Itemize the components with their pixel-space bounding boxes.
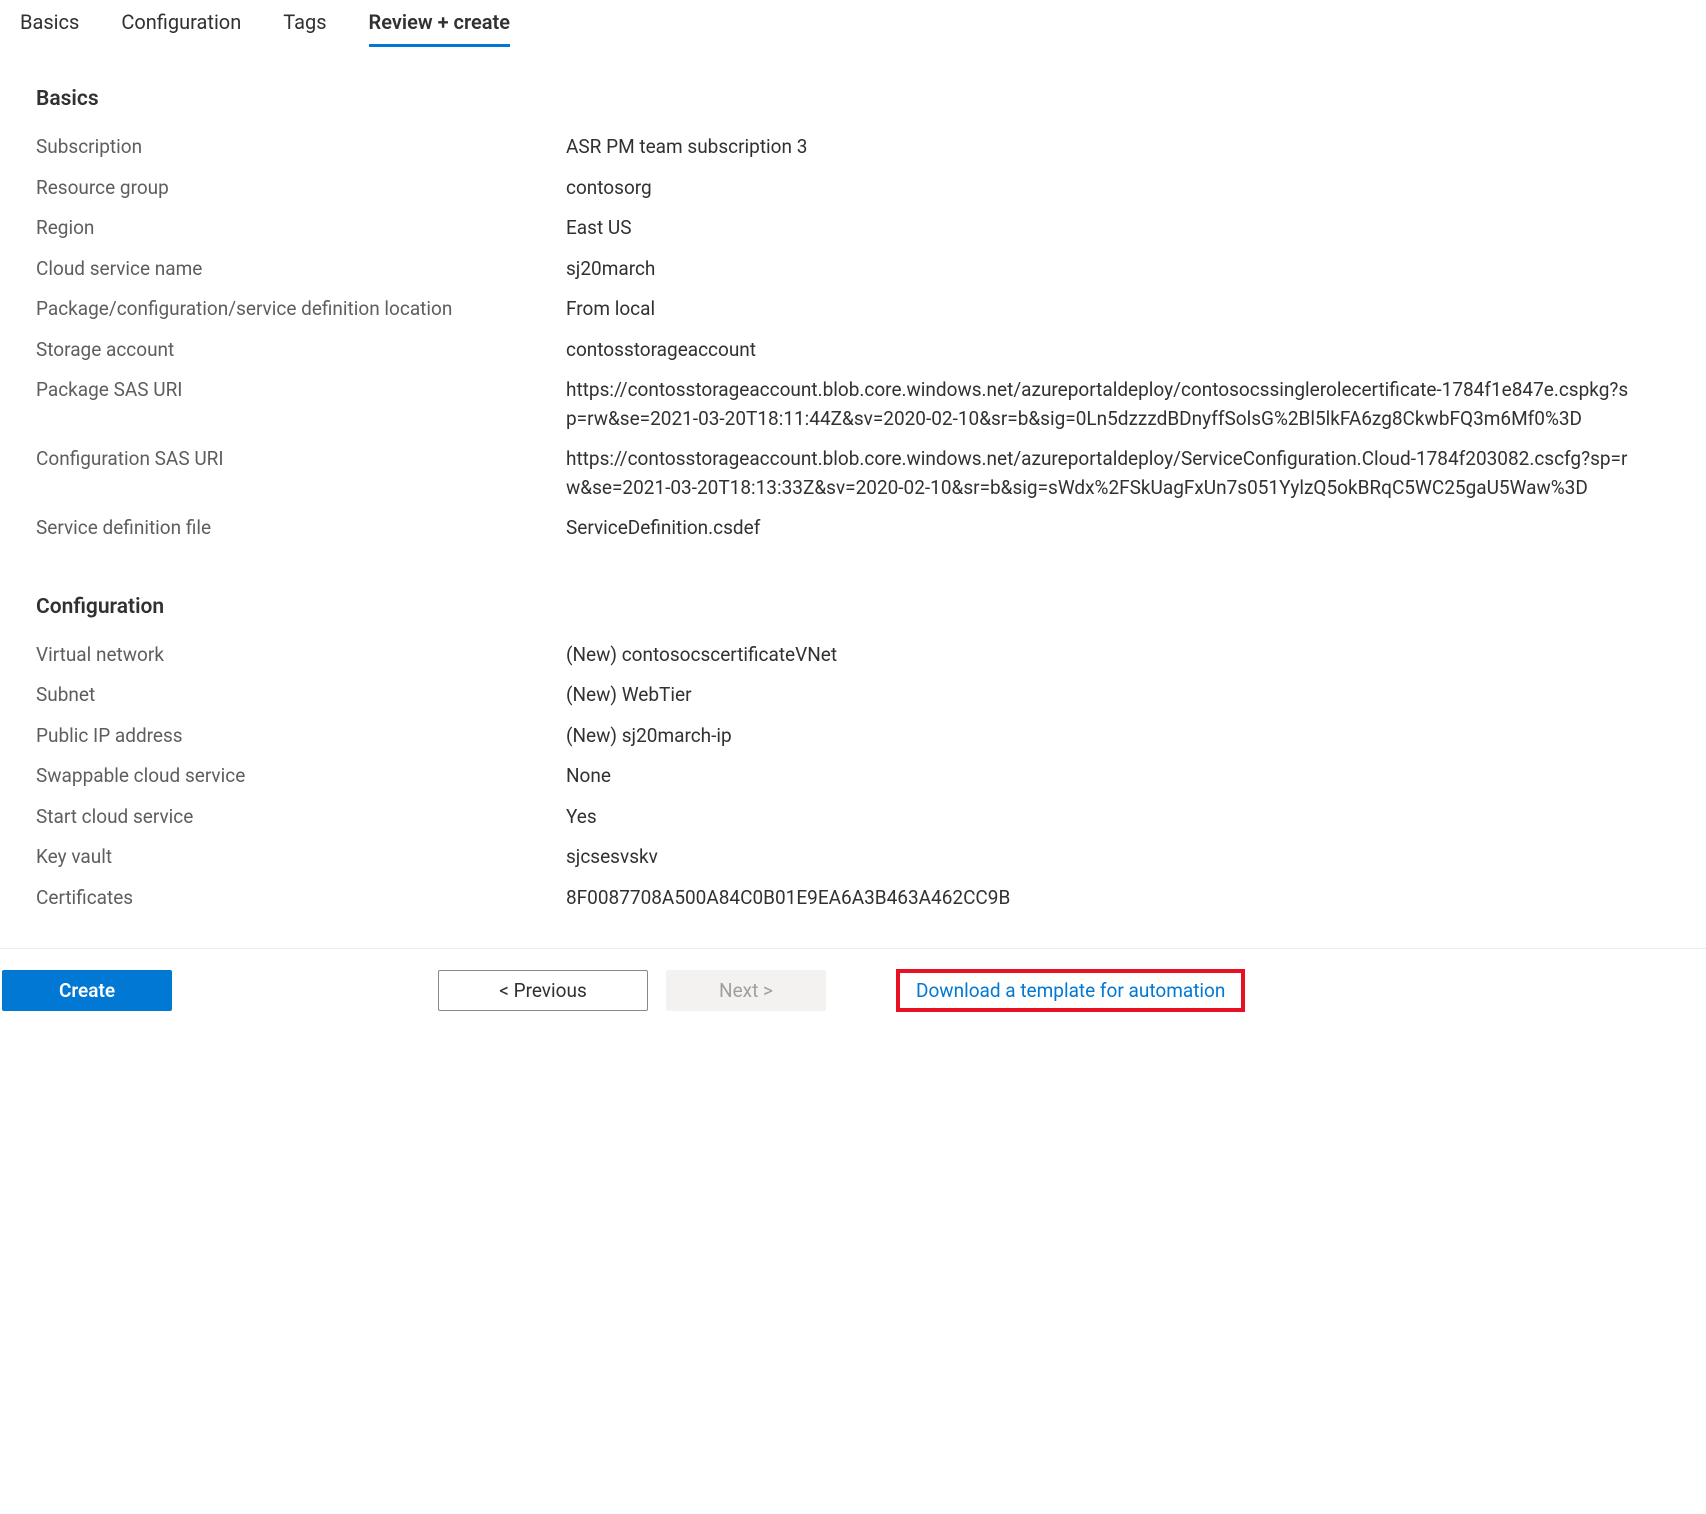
value-pkg-location: From local [566,295,1670,324]
create-button[interactable]: Create [2,970,172,1011]
row-public-ip: Public IP address (New) sj20march-ip [36,716,1670,757]
value-subnet: (New) WebTier [566,681,1670,710]
label-service-def-file: Service definition file [36,514,566,543]
row-region: Region East US [36,208,1670,249]
section-title-basics: Basics [36,87,1670,111]
download-template-link[interactable]: Download a template for automation [916,979,1225,1002]
label-package-sas-uri: Package SAS URI [36,376,566,405]
row-service-def-file: Service definition file ServiceDefinitio… [36,508,1670,549]
tab-basics[interactable]: Basics [20,10,79,47]
row-package-sas-uri: Package SAS URI https://contosstorageacc… [36,370,1670,439]
label-resource-group: Resource group [36,174,566,203]
tab-review-create[interactable]: Review + create [369,10,510,47]
row-swappable: Swappable cloud service None [36,756,1670,797]
review-content: Basics Subscription ASR PM team subscrip… [0,47,1706,938]
value-key-vault: sjcsesvskv [566,843,1670,872]
value-resource-group: contosorg [566,174,1670,203]
tab-configuration[interactable]: Configuration [121,10,241,47]
previous-button[interactable]: < Previous [438,970,648,1011]
value-service-def-file: ServiceDefinition.csdef [566,514,1670,543]
label-config-sas-uri: Configuration SAS URI [36,445,566,474]
row-subscription: Subscription ASR PM team subscription 3 [36,127,1670,168]
row-subnet: Subnet (New) WebTier [36,675,1670,716]
label-start-cloud: Start cloud service [36,803,566,832]
row-start-cloud: Start cloud service Yes [36,797,1670,838]
label-certificates: Certificates [36,884,566,913]
download-template-highlight: Download a template for automation [896,969,1245,1012]
label-virtual-network: Virtual network [36,641,566,670]
row-key-vault: Key vault sjcsesvskv [36,837,1670,878]
label-subscription: Subscription [36,133,566,162]
value-region: East US [566,214,1670,243]
label-cloud-service-name: Cloud service name [36,255,566,284]
value-swappable: None [566,762,1670,791]
next-button: Next > [666,970,826,1011]
label-storage-account: Storage account [36,336,566,365]
value-storage-account: contosstorageaccount [566,336,1670,365]
row-pkg-location: Package/configuration/service definition… [36,289,1670,330]
label-region: Region [36,214,566,243]
row-cloud-service-name: Cloud service name sj20march [36,249,1670,290]
value-config-sas-uri: https://contosstorageaccount.blob.core.w… [566,445,1670,502]
value-start-cloud: Yes [566,803,1670,832]
row-config-sas-uri: Configuration SAS URI https://contosstor… [36,439,1670,508]
value-public-ip: (New) sj20march-ip [566,722,1670,751]
value-virtual-network: (New) contosocscertificateVNet [566,641,1670,670]
tab-tags[interactable]: Tags [283,10,326,47]
label-subnet: Subnet [36,681,566,710]
row-virtual-network: Virtual network (New) contosocscertifica… [36,635,1670,676]
label-key-vault: Key vault [36,843,566,872]
value-package-sas-uri: https://contosstorageaccount.blob.core.w… [566,376,1670,433]
value-cloud-service-name: sj20march [566,255,1670,284]
value-subscription: ASR PM team subscription 3 [566,133,1670,162]
row-storage-account: Storage account contosstorageaccount [36,330,1670,371]
value-certificates: 8F0087708A500A84C0B01E9EA6A3B463A462CC9B [566,884,1670,913]
row-resource-group: Resource group contosorg [36,168,1670,209]
section-title-configuration: Configuration [36,595,1670,619]
label-swappable: Swappable cloud service [36,762,566,791]
label-pkg-location: Package/configuration/service definition… [36,295,566,324]
tabs-bar: Basics Configuration Tags Review + creat… [0,0,1706,47]
footer: Create < Previous Next > Download a temp… [0,949,1706,1032]
label-public-ip: Public IP address [36,722,566,751]
row-certificates: Certificates 8F0087708A500A84C0B01E9EA6A… [36,878,1670,919]
